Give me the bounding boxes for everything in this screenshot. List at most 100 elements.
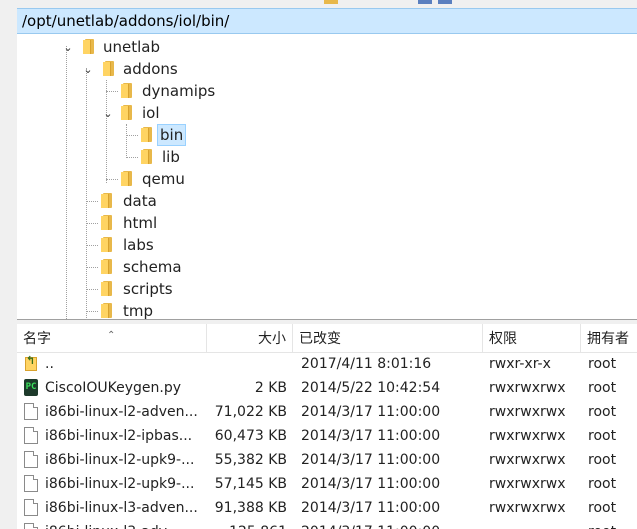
file-modified: 2017/4/11 8:01:16 [301,356,432,372]
file-row[interactable]: i86bi-linux-l2-upk9-... 55,382 KB 2014/3/1… [17,448,637,472]
column-header-row: ⌃ 名字 大小 已改变 权限 拥有者 [17,324,637,353]
file-size: 2 KB [254,380,287,396]
file-modified: 2014/3/17 11:00:00 [301,428,441,444]
file-modified: 2014/3/17 11:00:00 [301,452,441,468]
tree-line [86,311,98,312]
tree-item-scripts[interactable]: scripts [121,279,175,299]
file-row[interactable]: i86bi-linux-l2-adven... 71,022 KB 2014/3/1… [17,400,637,424]
tree-line [126,135,138,136]
file-row[interactable]: ↰.. 2017/4/11 8:01:16 rwxr-xr-x root [17,352,637,376]
tree-item-dynamips[interactable]: dynamips [140,81,217,101]
toolbar-folder-icon[interactable] [324,0,338,4]
tree-item-iol[interactable]: iol [140,103,162,123]
file-name: i86bi-linux-l2-upk9-... [45,476,195,492]
tree-item-tmp[interactable]: tmp [121,301,155,319]
file-row[interactable]: i86bi-linux-l3-adven... 91,388 KB 2014/3/1… [17,496,637,520]
file-size: 60,473 KB [214,428,287,444]
tree-item-bin[interactable]: bin [156,124,187,146]
tree-line [66,46,67,319]
file-name: i86bi-linux-l2-ipbas... [45,428,193,444]
column-header-size[interactable]: 大小 [207,324,293,352]
file-owner: root [588,476,617,492]
folder-icon [121,105,133,120]
parent-folder-icon: ↰ [24,355,38,372]
expand-chevron-icon[interactable]: ⌄ [82,64,94,76]
tree-item-schema[interactable]: schema [121,257,184,277]
python-file-icon: PC [24,379,38,396]
file-owner: root [588,452,617,468]
toolbar-strip [0,0,637,8]
file-icon [24,523,38,529]
folder-icon [121,171,133,186]
file-size: 71,022 KB [214,404,287,420]
file-icon [24,475,38,492]
file-permissions: rwxrwxrwx [489,380,566,396]
column-header-owner[interactable]: 拥有者 [581,324,637,352]
file-owner: root [588,404,617,420]
file-permissions: rwxrwxrwx [489,404,566,420]
path-bar[interactable]: /opt/unetlab/addons/iol/bin/ [17,8,637,34]
file-row[interactable]: i86bi-linux-l2-ipbas... 60,473 KB 2014/3/1… [17,424,637,448]
file-modified: 2014/3/17 11:00:00 [301,476,441,492]
tree-item-qemu[interactable]: qemu [140,169,187,189]
tree-item-html[interactable]: html [121,213,159,233]
column-header-modified[interactable]: 已改变 [293,324,483,352]
expand-chevron-icon[interactable]: ⌄ [62,42,74,54]
file-row[interactable]: PC CiscoIOUKeygen.py 2 KB 2014/5/22 10:42:5… [17,376,637,400]
file-icon [24,403,38,420]
file-icon [24,499,38,516]
tree-item-data[interactable]: data [121,191,159,211]
tree-line [106,179,118,180]
file-name: CiscoIOUKeygen.py [45,380,181,396]
folder-icon [101,237,113,252]
file-permissions: rwxrwxrwx [489,476,566,492]
folder-icon [103,61,115,76]
tree-item-labs[interactable]: labs [121,235,156,255]
folder-icon [83,39,95,54]
column-header-name[interactable]: ⌃ 名字 [17,324,207,352]
file-list[interactable]: ⌃ 名字 大小 已改变 权限 拥有者 ↰.. 2017/4/11 8:01:16 r… [17,324,637,529]
file-owner: root [588,428,617,444]
file-owner: root [588,500,617,516]
folder-icon [141,149,153,164]
folder-icon [101,193,113,208]
file-owner: root [588,356,617,372]
file-icon [24,451,38,468]
toolbar-view-icon[interactable] [418,0,432,4]
tree-item-unetlab[interactable]: unetlab [101,37,162,57]
expand-chevron-icon[interactable]: ⌄ [102,108,114,120]
file-row[interactable]: i86bi-linux-l3-adv...125,861 2014/3/17 11… [17,520,637,529]
column-header-permissions[interactable]: 权限 [483,324,581,352]
tree-line [86,289,98,290]
toolbar-view-icon-2[interactable] [438,0,452,4]
sort-up-icon: ⌃ [107,330,116,341]
file-name: i86bi-linux-l3-adv... [45,520,205,529]
file-size: 91,388 KB [214,500,287,516]
tree-line [106,80,107,183]
tree-line [86,223,98,224]
file-owner: root [588,520,637,529]
folder-icon [101,215,113,230]
file-name: i86bi-linux-l2-upk9-... [45,452,195,468]
file-modified: 2014/3/17 11:00:00 [301,520,481,529]
tree-item-addons[interactable]: addons [121,59,180,79]
file-row[interactable]: i86bi-linux-l2-upk9-... 57,145 KB 2014/3/1… [17,472,637,496]
file-size: 57,145 KB [214,476,287,492]
tree-line [86,201,98,202]
file-name: i86bi-linux-l3-adven... [45,500,198,516]
file-icon [24,427,38,444]
file-modified: 2014/3/17 11:00:00 [301,404,441,420]
file-modified: 2014/5/22 10:42:54 [301,380,441,396]
file-size: 125,861 [207,520,287,529]
directory-tree[interactable]: ⌄ unetlab ⌄ addons dynamips ⌄ iol bin li… [17,34,637,320]
folder-icon [121,83,133,98]
path-text: /opt/unetlab/addons/iol/bin/ [22,12,230,30]
tree-item-lib[interactable]: lib [160,147,182,167]
folder-icon [101,281,113,296]
folder-icon [141,127,153,142]
file-owner: root [588,380,617,396]
file-permissions: rwxrwxrwx [489,500,566,516]
folder-icon [101,303,113,318]
file-modified: 2014/3/17 11:00:00 [301,500,441,516]
file-permissions [489,520,579,529]
